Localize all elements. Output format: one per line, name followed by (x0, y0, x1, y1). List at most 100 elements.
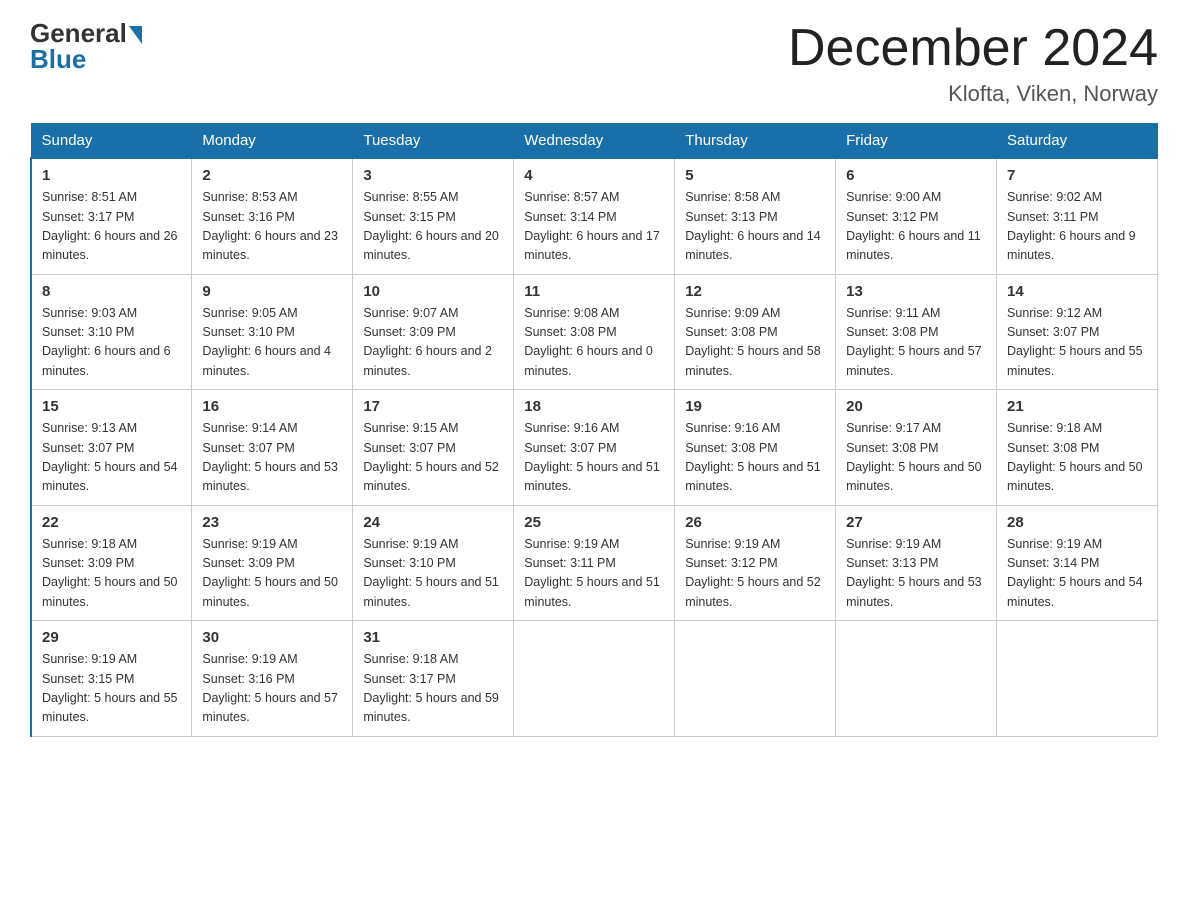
calendar-cell: 22 Sunrise: 9:18 AMSunset: 3:09 PMDayligh… (31, 505, 192, 621)
day-info: Sunrise: 9:02 AMSunset: 3:11 PMDaylight:… (1007, 188, 1147, 266)
calendar-cell: 28Sunrise: 9:19 AMSunset: 3:14 PMDayligh… (997, 505, 1158, 621)
calendar-week-1: 1 Sunrise: 8:51 AMSunset: 3:17 PMDaylight… (31, 158, 1158, 274)
calendar-cell: 16 Sunrise: 9:14 AMSunset: 3:07 PMDayligh… (192, 390, 353, 506)
calendar-cell: 31 Sunrise: 9:18 AMSunset: 3:17 PMDayligh… (353, 621, 514, 737)
calendar-cell: 21Sunrise: 9:18 AMSunset: 3:08 PMDayligh… (997, 390, 1158, 506)
day-number: 10 (363, 283, 503, 300)
calendar-cell: 13Sunrise: 9:11 AMSunset: 3:08 PMDayligh… (836, 274, 997, 390)
day-number: 18 (524, 398, 664, 415)
day-info: Sunrise: 9:19 AMSunset: 3:10 PMDaylight:… (363, 535, 503, 613)
weekday-header-row: SundayMondayTuesdayWednesdayThursdayFrid… (31, 124, 1158, 159)
calendar-cell: 24 Sunrise: 9:19 AMSunset: 3:10 PMDayligh… (353, 505, 514, 621)
day-info: Sunrise: 9:05 AMSunset: 3:10 PMDaylight:… (202, 304, 342, 382)
page-header: General Blue December 2024 Klofta, Viken… (30, 20, 1158, 107)
day-number: 12 (685, 283, 825, 300)
day-info: Sunrise: 9:11 AMSunset: 3:08 PMDaylight:… (846, 304, 986, 382)
calendar-cell: 17 Sunrise: 9:15 AMSunset: 3:07 PMDayligh… (353, 390, 514, 506)
calendar-cell: 8 Sunrise: 9:03 AMSunset: 3:10 PMDaylight… (31, 274, 192, 390)
day-info: Sunrise: 9:19 AMSunset: 3:12 PMDaylight:… (685, 535, 825, 613)
calendar-cell: 23Sunrise: 9:19 AMSunset: 3:09 PMDayligh… (192, 505, 353, 621)
calendar-cell: 6Sunrise: 9:00 AMSunset: 3:12 PMDaylight… (836, 158, 997, 274)
day-info: Sunrise: 8:53 AMSunset: 3:16 PMDaylight:… (202, 188, 342, 266)
calendar-cell: 3Sunrise: 8:55 AMSunset: 3:15 PMDaylight… (353, 158, 514, 274)
day-number: 20 (846, 398, 986, 415)
day-number: 19 (685, 398, 825, 415)
title-block: December 2024 Klofta, Viken, Norway (788, 20, 1158, 107)
day-number: 15 (42, 398, 181, 415)
day-number: 1 (42, 167, 181, 184)
logo-general-text: General (30, 20, 127, 46)
calendar-cell: 5 Sunrise: 8:58 AMSunset: 3:13 PMDaylight… (675, 158, 836, 274)
day-number: 31 (363, 629, 503, 646)
calendar-table: SundayMondayTuesdayWednesdayThursdayFrid… (30, 123, 1158, 737)
weekday-header-friday: Friday (836, 124, 997, 159)
calendar-cell: 30 Sunrise: 9:19 AMSunset: 3:16 PMDayligh… (192, 621, 353, 737)
day-info: Sunrise: 9:19 AMSunset: 3:15 PMDaylight:… (42, 650, 181, 728)
day-number: 16 (202, 398, 342, 415)
day-number: 17 (363, 398, 503, 415)
day-info: Sunrise: 9:16 AMSunset: 3:07 PMDaylight:… (524, 419, 664, 497)
calendar-cell: 27Sunrise: 9:19 AMSunset: 3:13 PMDayligh… (836, 505, 997, 621)
day-info: Sunrise: 9:18 AMSunset: 3:17 PMDaylight:… (363, 650, 503, 728)
logo-blue-text: Blue (30, 44, 86, 75)
calendar-cell: 4 Sunrise: 8:57 AMSunset: 3:14 PMDaylight… (514, 158, 675, 274)
calendar-cell: 25Sunrise: 9:19 AMSunset: 3:11 PMDayligh… (514, 505, 675, 621)
day-info: Sunrise: 9:12 AMSunset: 3:07 PMDaylight:… (1007, 304, 1147, 382)
day-info: Sunrise: 9:19 AMSunset: 3:11 PMDaylight:… (524, 535, 664, 613)
weekday-header-monday: Monday (192, 124, 353, 159)
day-number: 28 (1007, 514, 1147, 531)
day-info: Sunrise: 9:16 AMSunset: 3:08 PMDaylight:… (685, 419, 825, 497)
day-number: 22 (42, 514, 181, 531)
weekday-header-wednesday: Wednesday (514, 124, 675, 159)
calendar-title: December 2024 (788, 20, 1158, 77)
weekday-header-saturday: Saturday (997, 124, 1158, 159)
day-info: Sunrise: 9:08 AMSunset: 3:08 PMDaylight:… (524, 304, 664, 382)
day-number: 24 (363, 514, 503, 531)
calendar-cell: 10Sunrise: 9:07 AMSunset: 3:09 PMDayligh… (353, 274, 514, 390)
day-info: Sunrise: 9:19 AMSunset: 3:16 PMDaylight:… (202, 650, 342, 728)
day-number: 2 (202, 167, 342, 184)
day-number: 11 (524, 283, 664, 300)
day-info: Sunrise: 9:13 AMSunset: 3:07 PMDaylight:… (42, 419, 181, 497)
calendar-cell: 12 Sunrise: 9:09 AMSunset: 3:08 PMDayligh… (675, 274, 836, 390)
day-number: 30 (202, 629, 342, 646)
day-info: Sunrise: 9:09 AMSunset: 3:08 PMDaylight:… (685, 304, 825, 382)
calendar-cell: 14 Sunrise: 9:12 AMSunset: 3:07 PMDayligh… (997, 274, 1158, 390)
day-info: Sunrise: 9:17 AMSunset: 3:08 PMDaylight:… (846, 419, 986, 497)
weekday-header-tuesday: Tuesday (353, 124, 514, 159)
day-number: 6 (846, 167, 986, 184)
calendar-week-4: 22 Sunrise: 9:18 AMSunset: 3:09 PMDayligh… (31, 505, 1158, 621)
day-number: 14 (1007, 283, 1147, 300)
day-info: Sunrise: 8:55 AMSunset: 3:15 PMDaylight:… (363, 188, 503, 266)
weekday-header-sunday: Sunday (31, 124, 192, 159)
calendar-cell: 19 Sunrise: 9:16 AMSunset: 3:08 PMDayligh… (675, 390, 836, 506)
calendar-cell (997, 621, 1158, 737)
calendar-week-2: 8 Sunrise: 9:03 AMSunset: 3:10 PMDaylight… (31, 274, 1158, 390)
day-info: Sunrise: 8:57 AMSunset: 3:14 PMDaylight:… (524, 188, 664, 266)
day-number: 5 (685, 167, 825, 184)
day-number: 8 (42, 283, 181, 300)
calendar-cell: 2 Sunrise: 8:53 AMSunset: 3:16 PMDaylight… (192, 158, 353, 274)
day-info: Sunrise: 9:15 AMSunset: 3:07 PMDaylight:… (363, 419, 503, 497)
calendar-week-5: 29 Sunrise: 9:19 AMSunset: 3:15 PMDayligh… (31, 621, 1158, 737)
day-info: Sunrise: 9:14 AMSunset: 3:07 PMDaylight:… (202, 419, 342, 497)
calendar-cell: 20 Sunrise: 9:17 AMSunset: 3:08 PMDayligh… (836, 390, 997, 506)
day-number: 4 (524, 167, 664, 184)
calendar-cell: 11 Sunrise: 9:08 AMSunset: 3:08 PMDayligh… (514, 274, 675, 390)
day-number: 29 (42, 629, 181, 646)
day-info: Sunrise: 9:18 AMSunset: 3:08 PMDaylight:… (1007, 419, 1147, 497)
day-info: Sunrise: 8:58 AMSunset: 3:13 PMDaylight:… (685, 188, 825, 266)
day-info: Sunrise: 9:03 AMSunset: 3:10 PMDaylight:… (42, 304, 181, 382)
calendar-cell: 26Sunrise: 9:19 AMSunset: 3:12 PMDayligh… (675, 505, 836, 621)
calendar-cell: 18 Sunrise: 9:16 AMSunset: 3:07 PMDayligh… (514, 390, 675, 506)
day-info: Sunrise: 9:18 AMSunset: 3:09 PMDaylight:… (42, 535, 181, 613)
day-number: 27 (846, 514, 986, 531)
day-number: 7 (1007, 167, 1147, 184)
calendar-cell: 15 Sunrise: 9:13 AMSunset: 3:07 PMDayligh… (31, 390, 192, 506)
logo-text: General (30, 20, 142, 46)
calendar-cell (836, 621, 997, 737)
day-info: Sunrise: 8:51 AMSunset: 3:17 PMDaylight:… (42, 188, 181, 266)
day-number: 9 (202, 283, 342, 300)
day-info: Sunrise: 9:19 AMSunset: 3:09 PMDaylight:… (202, 535, 342, 613)
calendar-week-3: 15 Sunrise: 9:13 AMSunset: 3:07 PMDayligh… (31, 390, 1158, 506)
